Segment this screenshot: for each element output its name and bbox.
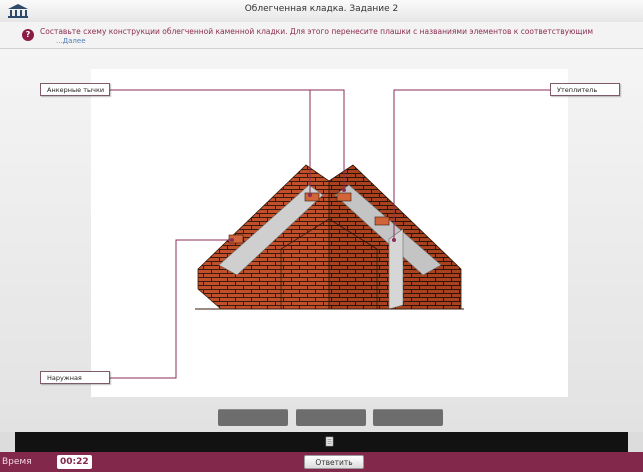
tool-bar	[15, 432, 628, 452]
answer-button[interactable]: Ответить	[304, 455, 364, 469]
time-label: Время	[2, 457, 32, 467]
document-icon[interactable]	[325, 436, 335, 447]
label-outer[interactable]: Наружная	[40, 371, 110, 384]
leader-lines	[108, 89, 550, 379]
timer-value: 00:22	[57, 455, 92, 469]
label-insulation[interactable]: Утеплитель	[550, 83, 620, 96]
answer-slot-1[interactable]	[218, 409, 288, 426]
answer-slot-2[interactable]	[296, 409, 366, 426]
label-anchor-headers[interactable]: Анкерные тычки	[40, 83, 110, 96]
answer-slot-3[interactable]	[373, 409, 443, 426]
